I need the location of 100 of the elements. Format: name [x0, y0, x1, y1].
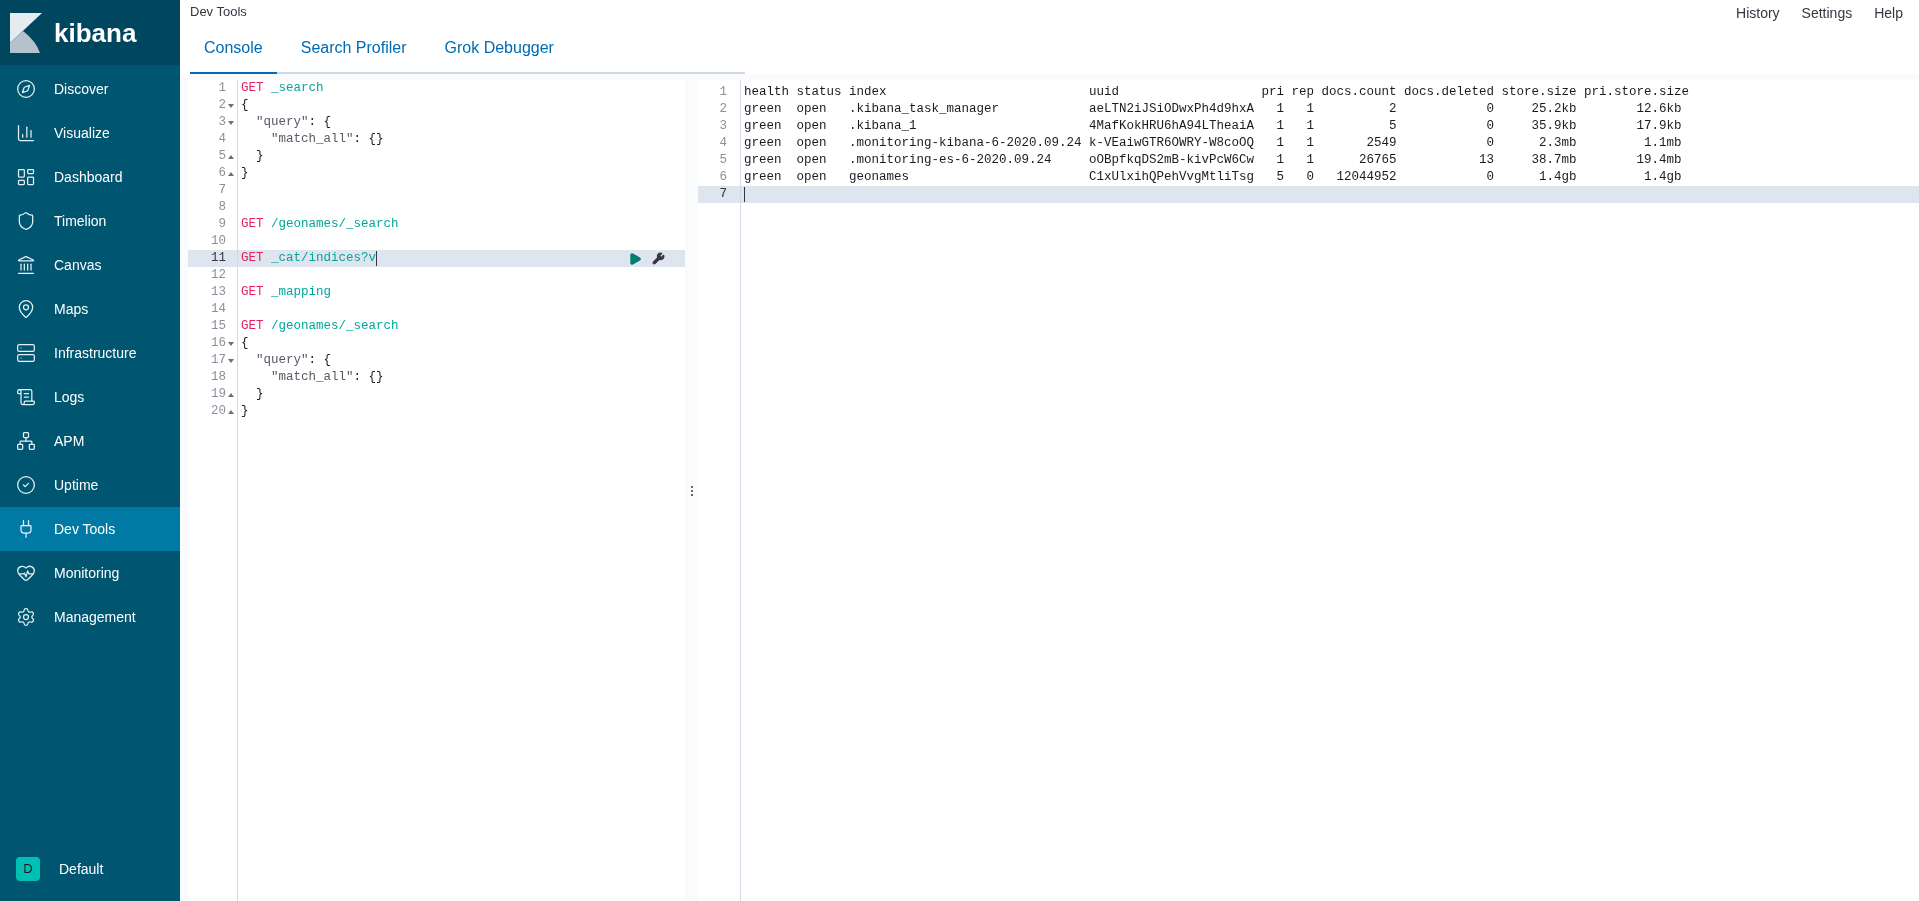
- output-cell: status: [796, 85, 842, 100]
- output-cell: open: [796, 170, 827, 185]
- output-cell: 25.2kb: [1531, 102, 1577, 117]
- line-number: 7: [218, 182, 226, 200]
- output-cell: 5: [1276, 170, 1285, 185]
- line-number: 15: [211, 318, 226, 336]
- landmark-icon: [16, 255, 36, 275]
- caret-up-icon[interactable]: [228, 171, 234, 176]
- output-cell: 4MafKokHRU6hA94LTheaiA: [1089, 119, 1255, 134]
- line-number: 5: [719, 153, 727, 168]
- output-cell: 0: [1486, 102, 1495, 117]
- output-cell: 1: [1276, 102, 1285, 117]
- output-cell: 12.6kb: [1636, 102, 1682, 117]
- output-cell: 0: [1486, 170, 1495, 185]
- line-number: 4: [218, 131, 226, 149]
- line-number: 8: [218, 199, 226, 217]
- header-link[interactable]: Help: [1874, 3, 1903, 24]
- output-cell: 13: [1479, 153, 1495, 168]
- output-cell: 1: [1276, 153, 1285, 168]
- output-cell: open: [796, 102, 827, 117]
- nav-item[interactable]: Dev Tools: [0, 507, 180, 551]
- output-cell: 0: [1306, 170, 1315, 185]
- logo-icon: [10, 12, 42, 53]
- nav-item[interactable]: Infrastructure: [0, 331, 180, 375]
- output-cell: C1xUlxihQPehVvgMtliTsg: [1089, 170, 1255, 185]
- tab[interactable]: Grok Debugger: [430, 24, 568, 74]
- nav-item[interactable]: Uptime: [0, 463, 180, 507]
- output-cell: 0: [1486, 119, 1495, 134]
- line-number: 10: [211, 233, 226, 251]
- output-cell: k-VEaiwGTR6OWRY-W8coOQ: [1089, 136, 1255, 151]
- nav-item[interactable]: Maps: [0, 287, 180, 331]
- code-line: }: [241, 403, 249, 421]
- output-cell: docs.count: [1321, 85, 1397, 100]
- nav-item[interactable]: Management: [0, 595, 180, 639]
- output-cell: .monitoring-kibana-6-2020.09.24: [849, 136, 1082, 151]
- output-cell: green: [744, 153, 782, 168]
- line-number: 20: [211, 403, 226, 421]
- code-line: GET _search: [241, 80, 324, 98]
- server-icon: [16, 343, 36, 363]
- output-cell: index: [849, 85, 887, 100]
- caret-down-icon[interactable]: [228, 103, 234, 108]
- output-cell: .monitoring-es-6-2020.09.24: [849, 153, 1052, 168]
- output-cell: .kibana_1: [849, 119, 917, 134]
- line-number: 14: [211, 301, 226, 319]
- logo-text: kibana: [54, 19, 137, 46]
- nav-item[interactable]: Dashboard: [0, 155, 180, 199]
- space-item[interactable]: D Default: [0, 847, 180, 891]
- output-cell: 2.3mb: [1539, 136, 1577, 151]
- output-cell: 2: [1389, 102, 1397, 117]
- code-line: "query": {: [255, 352, 332, 370]
- caret-up-icon[interactable]: [228, 409, 234, 414]
- caret-down-icon[interactable]: [228, 358, 234, 363]
- nav-item[interactable]: Discover: [0, 67, 180, 111]
- nav-item[interactable]: Monitoring: [0, 551, 180, 595]
- caret-down-icon[interactable]: [228, 341, 234, 346]
- code-line: }: [255, 148, 264, 166]
- tab[interactable]: Search Profiler: [286, 24, 421, 74]
- dashboard-icon: [16, 167, 36, 187]
- output-cell: 1.1mb: [1644, 136, 1682, 151]
- network-icon: [16, 431, 36, 451]
- nav-item[interactable]: APM: [0, 419, 180, 463]
- code-line: GET /geonames/_search: [241, 216, 399, 234]
- resize-handle-icon[interactable]: [690, 485, 693, 496]
- output-cell: green: [744, 136, 782, 151]
- output-cell: docs.deleted: [1404, 85, 1495, 100]
- output-cell: 19.4mb: [1636, 153, 1682, 168]
- line-number: 3: [218, 114, 226, 132]
- compass-icon: [16, 79, 36, 99]
- line-number: 1: [218, 80, 226, 98]
- play-icon[interactable]: [628, 251, 642, 266]
- output-cell: 1.4gb: [1539, 170, 1577, 185]
- output-cell: open: [796, 136, 827, 151]
- line-number: 17: [211, 352, 226, 370]
- output-cell: 1: [1306, 119, 1315, 134]
- line-number: 5: [218, 148, 226, 166]
- header-link[interactable]: History: [1736, 3, 1780, 24]
- output-cell: geonames: [849, 170, 909, 185]
- caret-down-icon[interactable]: [228, 120, 234, 125]
- wrench-icon[interactable]: [652, 252, 665, 265]
- code-line: {: [241, 335, 249, 353]
- code-line: GET _mapping: [241, 284, 332, 302]
- line-number: 1: [719, 85, 727, 100]
- output-cell: .kibana_task_manager: [849, 102, 1000, 117]
- nav-item[interactable]: Logs: [0, 375, 180, 419]
- circle-check-icon: [16, 475, 36, 495]
- line-number: 19: [211, 386, 226, 404]
- header-link[interactable]: Settings: [1801, 3, 1853, 24]
- caret-up-icon[interactable]: [228, 154, 234, 159]
- output-cell: 1: [1306, 102, 1315, 117]
- bar-chart-icon: [16, 123, 36, 143]
- nav-item[interactable]: Visualize: [0, 111, 180, 155]
- line-number: 12: [211, 267, 226, 285]
- caret-up-icon[interactable]: [228, 392, 234, 397]
- output-cell: 1: [1276, 136, 1285, 151]
- output-cell: 35.9kb: [1531, 119, 1577, 134]
- line-number: 2: [719, 102, 727, 117]
- nav-item[interactable]: Canvas: [0, 243, 180, 287]
- nav-item[interactable]: Timelion: [0, 199, 180, 243]
- space-avatar: D: [16, 857, 40, 881]
- output-cell: 17.9kb: [1636, 119, 1682, 134]
